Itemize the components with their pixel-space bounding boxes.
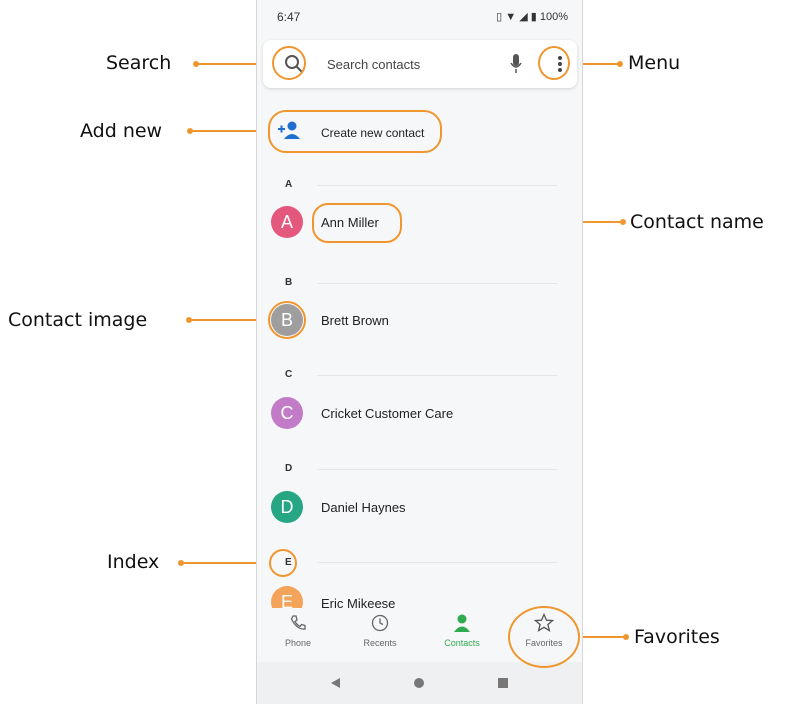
home-icon[interactable] <box>413 677 425 689</box>
search-bar[interactable]: Search contacts <box>263 40 577 88</box>
status-time: 6:47 <box>277 10 301 24</box>
highlight-contact-image <box>268 301 306 339</box>
index-letter: A <box>285 179 293 190</box>
person-icon <box>454 614 470 632</box>
annotation-contact-image: Contact image <box>8 309 148 331</box>
wifi-icon: ▼ <box>505 11 517 23</box>
leader-line <box>579 636 625 638</box>
highlight-index <box>269 549 297 577</box>
highlight-contact-name <box>312 203 402 243</box>
annotation-contact-name: Contact name <box>630 211 764 233</box>
contact-avatar[interactable]: C <box>271 397 303 429</box>
highlight-menu <box>538 46 570 80</box>
vibrate-icon: ▯ <box>496 11 503 23</box>
contact-name[interactable]: Daniel Haynes <box>321 500 406 515</box>
contact-avatar[interactable]: A <box>271 206 303 238</box>
divider <box>317 469 557 470</box>
recent-apps-icon[interactable] <box>497 677 509 689</box>
signal-icon: ◢ <box>519 11 528 23</box>
highlight-favorites <box>508 606 580 668</box>
contact-name[interactable]: Cricket Customer Care <box>321 406 453 421</box>
tab-phone-label: Phone <box>284 638 312 648</box>
index-letter: B <box>285 277 293 288</box>
divider <box>317 562 557 563</box>
index-letter: C <box>285 369 293 380</box>
clock-icon <box>371 614 389 632</box>
annotation-add-new: Add new <box>80 120 163 142</box>
search-input[interactable]: Search contacts <box>327 57 420 72</box>
divider <box>317 375 557 376</box>
phone-icon <box>290 615 306 630</box>
annotation-menu: Menu <box>628 52 681 74</box>
contact-name[interactable]: Brett Brown <box>321 313 389 328</box>
highlight-add-new <box>268 110 442 153</box>
contact-avatar[interactable]: D <box>271 491 303 523</box>
battery-icon: ▮ <box>530 11 537 23</box>
annotation-search: Search <box>106 52 172 74</box>
annotation-index: Index <box>107 551 160 573</box>
tab-recents-label: Recents <box>363 638 397 648</box>
status-icons: ▯ ▼ ◢ ▮ 100% <box>496 10 568 23</box>
microphone-icon[interactable] <box>509 52 523 81</box>
divider <box>317 185 557 186</box>
tab-contacts-label: Contacts <box>444 638 480 648</box>
phone-screen: 6:47 ▯ ▼ ◢ ▮ 100% Search contacts Create… <box>256 0 583 704</box>
annotation-favorites: Favorites <box>634 626 720 648</box>
divider <box>317 283 557 284</box>
highlight-search <box>272 46 306 80</box>
index-letter: D <box>285 463 293 474</box>
back-icon[interactable] <box>329 677 341 689</box>
system-navigation-bar <box>257 662 582 704</box>
battery-level: 100% <box>539 11 568 23</box>
